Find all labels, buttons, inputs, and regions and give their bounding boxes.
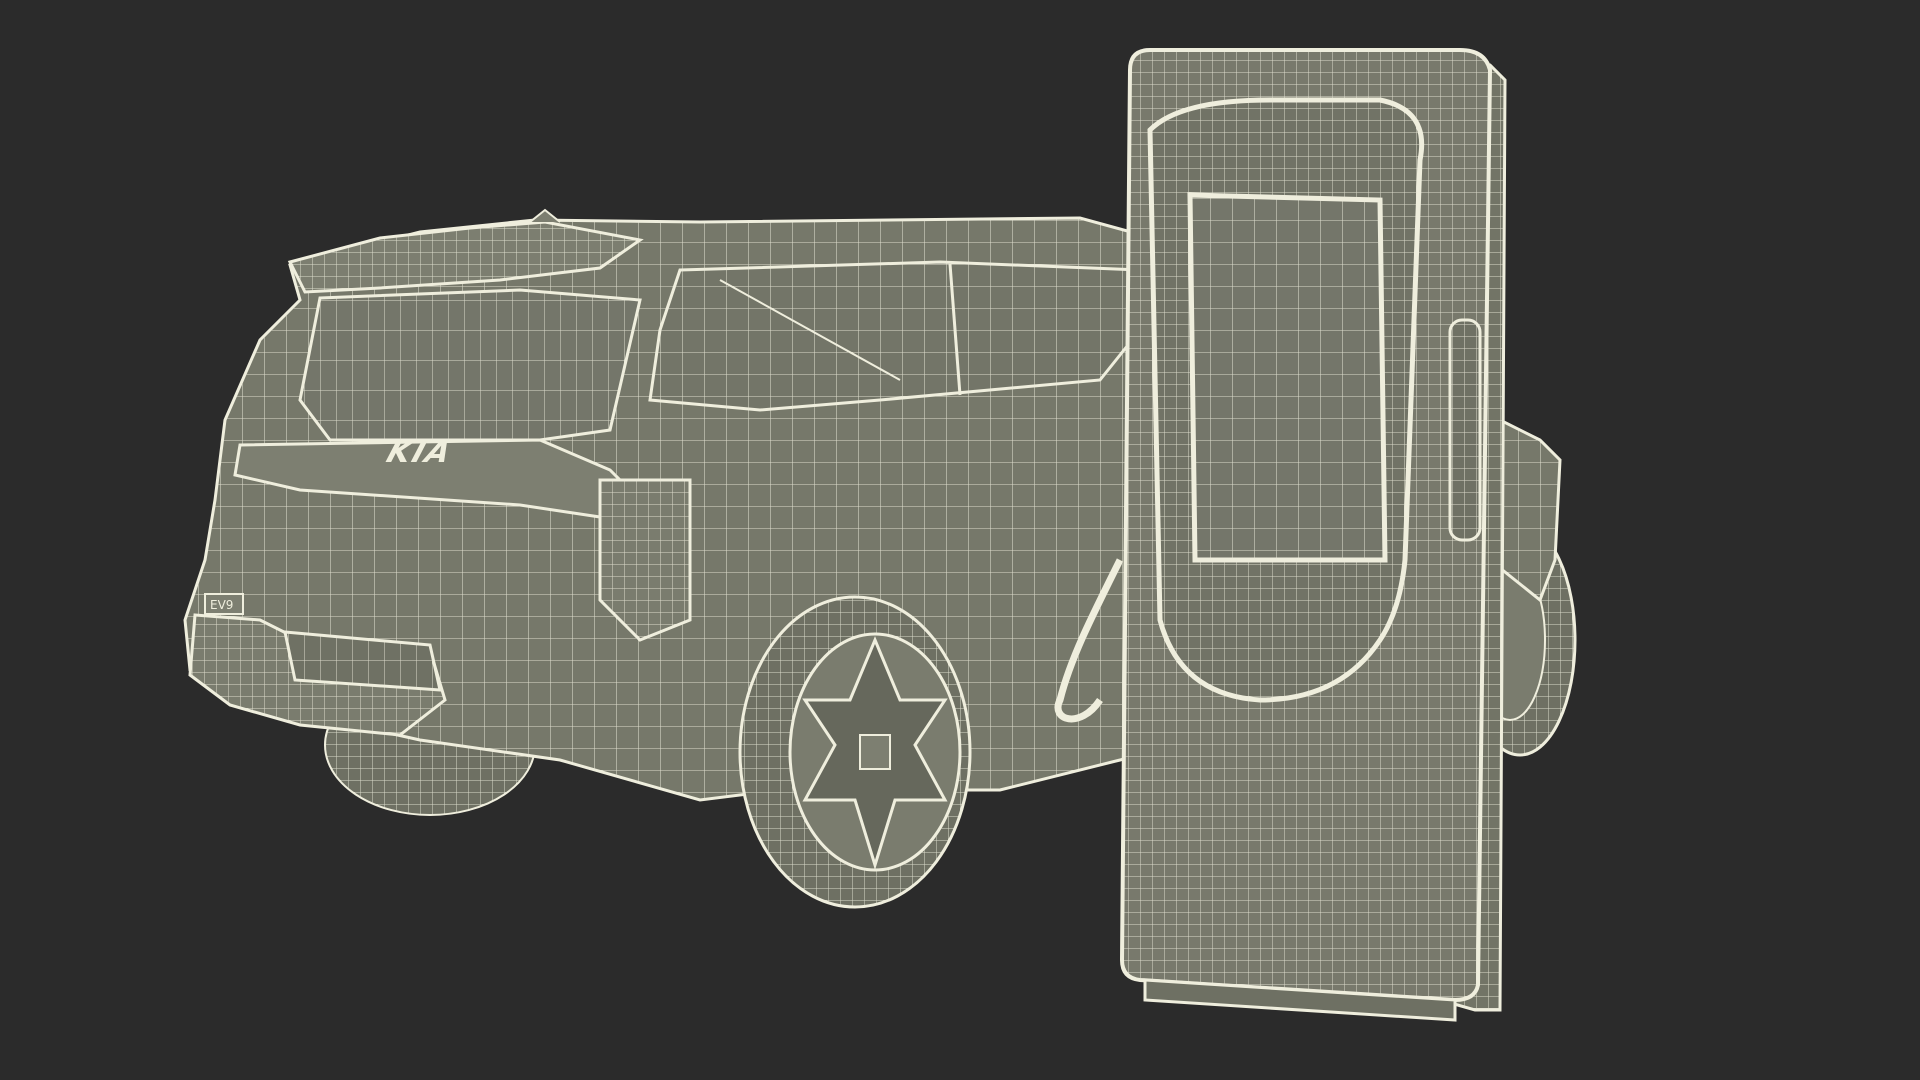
svg-text:KIA: KIA: [382, 435, 457, 470]
ev-charger: [1119, 48, 1507, 1022]
svg-text:EV9: EV9: [210, 598, 233, 612]
wheel-hub: [859, 734, 891, 770]
rear-windshield: [298, 288, 642, 442]
brand-badge: KIA: [382, 435, 457, 470]
wireframe-scene: KIA EV9: [183, 48, 1577, 1022]
model-badge: EV9: [204, 593, 244, 615]
rear-wheel-near: [738, 595, 972, 909]
